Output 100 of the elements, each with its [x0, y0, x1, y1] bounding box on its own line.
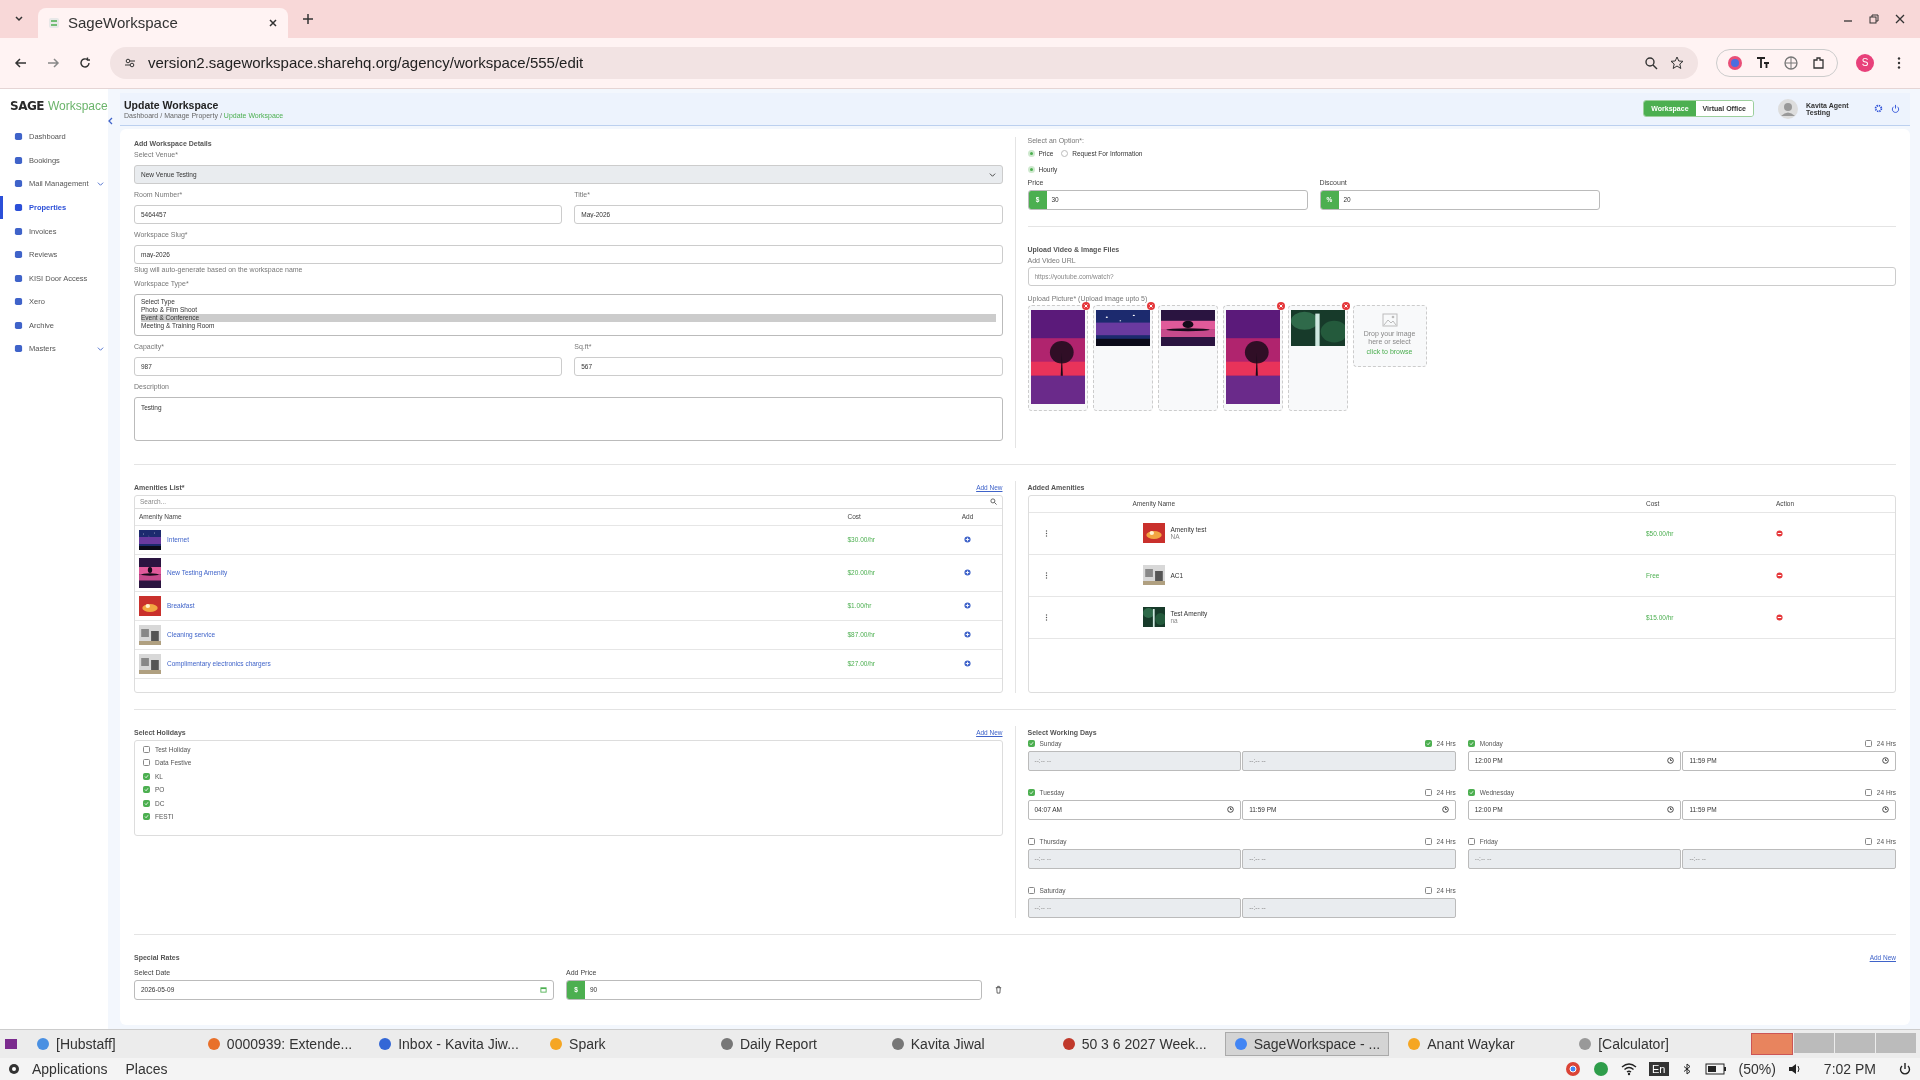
image-icon	[1381, 311, 1398, 328]
restore-icon[interactable]	[1868, 12, 1880, 25]
app-icon	[549, 1037, 564, 1052]
tab-list-icon[interactable]	[14, 13, 24, 24]
checkmark-icon	[1468, 789, 1474, 795]
workspace-switcher[interactable]	[1835, 1033, 1875, 1054]
puzzle-icon[interactable]	[1811, 54, 1827, 71]
square-icon	[14, 297, 23, 307]
remove-icon[interactable]	[1146, 301, 1155, 310]
checkmark-icon	[144, 800, 149, 806]
app-icon	[36, 1037, 50, 1052]
remove-icon[interactable]	[1341, 301, 1350, 310]
taskbar-item[interactable]: Inbox - Kavita Jiw...	[370, 1033, 532, 1056]
checkmark-icon	[144, 814, 149, 820]
app-icon	[1407, 1037, 1422, 1052]
checkmark-icon	[1028, 740, 1034, 746]
add-icon[interactable]	[964, 660, 971, 668]
browser-tab[interactable]: SageWorkspace	[38, 7, 288, 38]
forward-icon[interactable]	[46, 55, 60, 70]
add-icon[interactable]	[964, 631, 971, 639]
address-bar[interactable]: version2.sageworkspace.sharehq.org/agency/workspace/555/edit	[110, 46, 1698, 79]
app-menu-icon[interactable]	[4, 1037, 18, 1052]
panel-menu[interactable]: Applications	[32, 1061, 108, 1077]
square-icon	[14, 202, 23, 212]
site-settings-icon[interactable]	[124, 56, 136, 69]
reload-icon[interactable]	[78, 55, 92, 70]
square-icon	[14, 320, 23, 330]
calendar-icon	[540, 986, 547, 994]
globe-icon[interactable]	[1783, 54, 1799, 71]
remove-icon[interactable]	[1776, 529, 1783, 537]
page-title: Update Workspace	[124, 98, 220, 111]
app-icon	[719, 1037, 734, 1052]
taskbar-item[interactable]: 50 3 6 2027 Week...	[1053, 1033, 1215, 1056]
taskbar-item[interactable]: 0000939: Extende...	[198, 1033, 361, 1056]
square-icon	[14, 155, 23, 165]
checkmark-icon	[1425, 740, 1431, 746]
back-icon[interactable]	[14, 55, 28, 70]
battery-percent: (50%)	[1738, 1061, 1776, 1077]
chevron-down-icon	[97, 345, 104, 353]
clock-icon	[1667, 757, 1675, 765]
square-icon	[14, 226, 23, 236]
clock: 7:02 PM	[1823, 1061, 1876, 1077]
site-icon	[48, 16, 60, 29]
taskbar-item[interactable]: Anant Waykar	[1399, 1033, 1561, 1056]
power-icon[interactable]	[1898, 1062, 1912, 1076]
add-icon[interactable]	[964, 536, 971, 544]
workspace-switcher[interactable]	[1876, 1033, 1916, 1054]
workspace-switcher[interactable]	[1751, 1033, 1793, 1056]
taskbar-item[interactable]: SageWorkspace - ...	[1224, 1032, 1390, 1057]
taskbar-item[interactable]: [Hubstaff]	[28, 1033, 189, 1056]
square-icon	[14, 273, 23, 283]
star-icon[interactable]	[1670, 55, 1684, 70]
distro-logo-icon[interactable]	[8, 1063, 20, 1075]
avatar-icon[interactable]	[1778, 98, 1798, 119]
add-icon[interactable]	[964, 569, 971, 577]
clock-icon	[1882, 806, 1889, 814]
browser-icon[interactable]	[1565, 1061, 1582, 1077]
app-icon	[378, 1037, 393, 1052]
square-icon	[14, 344, 23, 354]
remove-icon[interactable]	[1776, 571, 1783, 579]
app-icon	[890, 1037, 905, 1052]
tab-title: SageWorkspace	[68, 14, 179, 32]
battery-icon[interactable]	[1704, 1063, 1727, 1075]
close-icon[interactable]	[1894, 12, 1906, 25]
sync-icon[interactable]	[1593, 1061, 1610, 1077]
extension-icon[interactable]	[1755, 54, 1771, 71]
zoom-icon[interactable]	[1644, 55, 1658, 70]
taskbar-item[interactable]: Kavita Jiwal	[882, 1033, 1044, 1056]
clock-icon	[1882, 757, 1889, 765]
checkmark-icon	[1028, 789, 1034, 795]
square-icon	[14, 179, 23, 189]
checkmark-icon	[144, 773, 149, 779]
clock-icon	[1227, 806, 1235, 814]
app-icon	[1578, 1037, 1593, 1052]
taskbar-item[interactable]: [Calculator]	[1570, 1033, 1731, 1056]
app-icon	[1233, 1037, 1248, 1052]
profile-avatar[interactable]: S	[1856, 53, 1874, 72]
logo[interactable]: SAGE Workspace	[0, 96, 108, 125]
collapse-icon[interactable]	[107, 116, 115, 125]
trash-icon[interactable]	[994, 984, 1003, 994]
workspace-switcher[interactable]	[1794, 1033, 1834, 1054]
settings-icon[interactable]	[1874, 104, 1883, 114]
volume-icon[interactable]	[1787, 1062, 1802, 1076]
square-icon	[14, 250, 23, 260]
square-icon	[14, 132, 23, 142]
new-tab-icon[interactable]	[302, 12, 314, 25]
chevron-down-icon	[97, 180, 104, 188]
remove-icon[interactable]	[1081, 301, 1090, 310]
taskbar-item[interactable]: Spark	[541, 1033, 702, 1056]
remove-icon[interactable]	[1776, 613, 1783, 621]
keyboard-layout[interactable]: En	[1649, 1062, 1669, 1076]
close-icon[interactable]	[268, 17, 278, 28]
app-icon	[1061, 1037, 1076, 1052]
checkmark-icon	[1468, 740, 1474, 746]
taskbar-item[interactable]: Daily Report	[711, 1033, 873, 1056]
wifi-icon[interactable]	[1621, 1061, 1638, 1077]
add-icon[interactable]	[964, 602, 971, 610]
clock-icon	[1667, 806, 1675, 814]
panel-menu[interactable]: Places	[125, 1061, 168, 1077]
remove-icon[interactable]	[1276, 301, 1285, 310]
